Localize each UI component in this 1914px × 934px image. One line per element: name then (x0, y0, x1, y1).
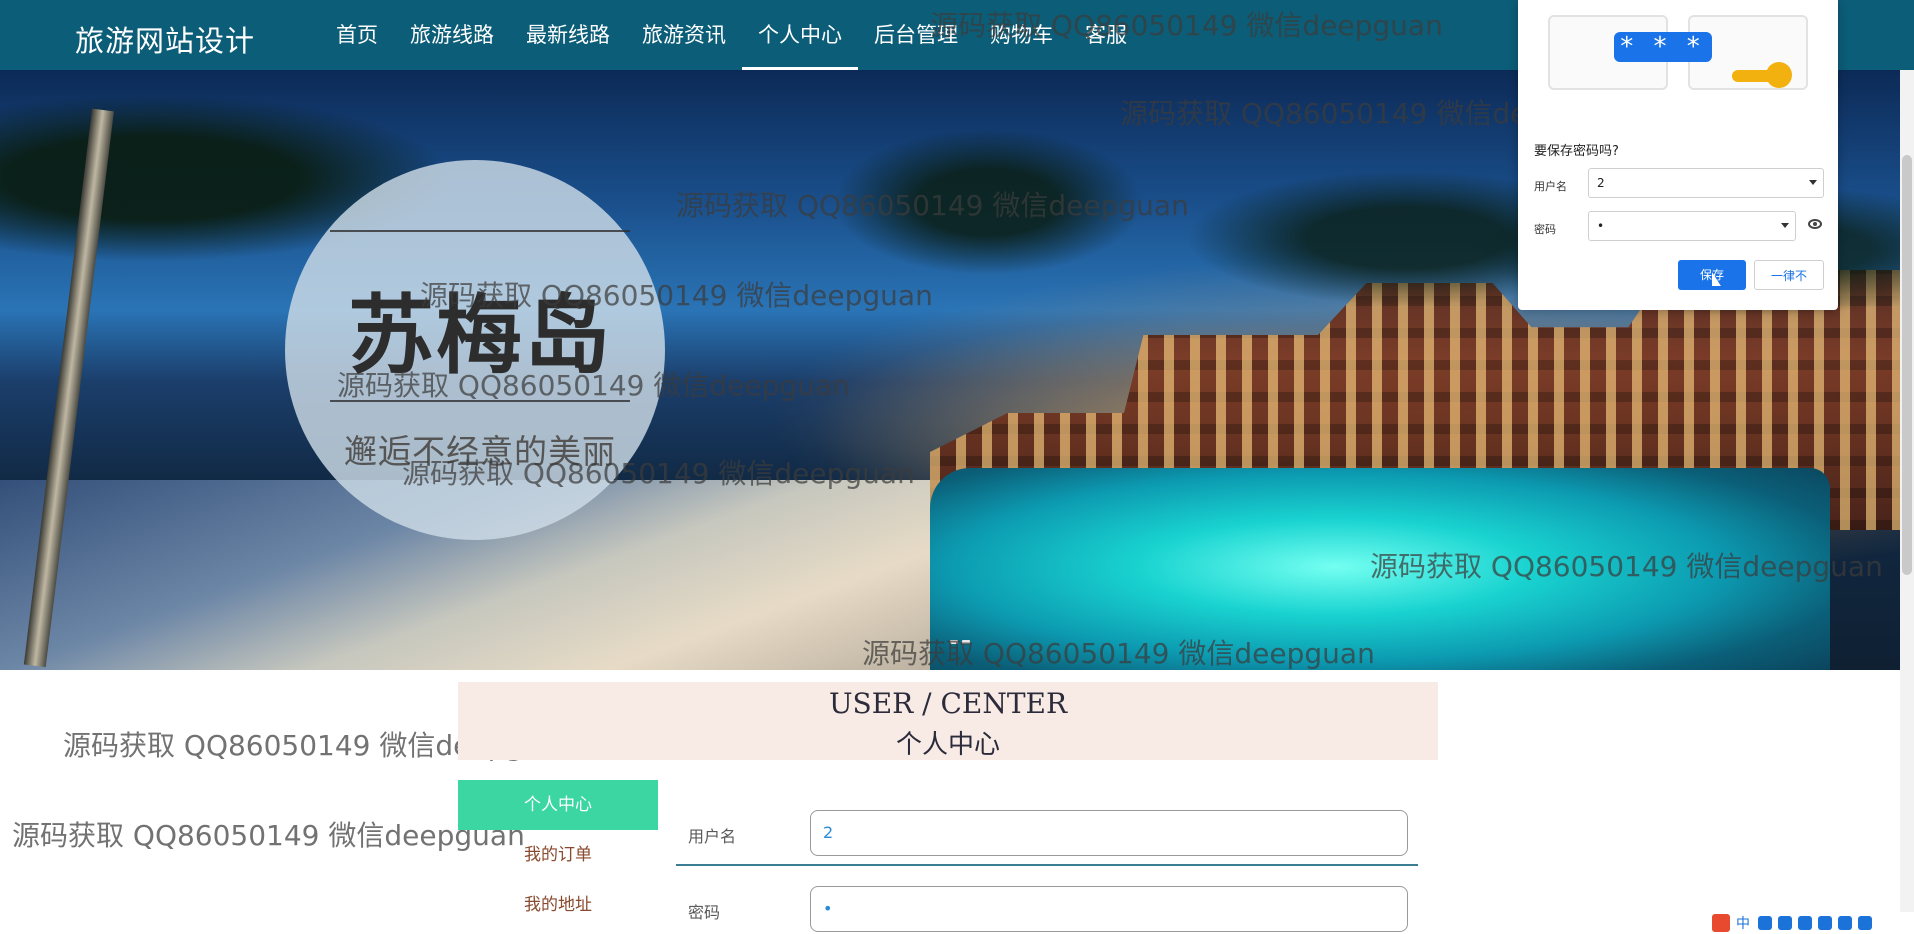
site-brand[interactable]: 旅游网站设计 (75, 18, 255, 60)
carousel-indicators[interactable] (950, 640, 978, 644)
chevron-down-icon[interactable] (1809, 180, 1817, 185)
save-password-question: 要保存密码吗? (1534, 144, 1619, 159)
emoji-icon[interactable] (1778, 916, 1792, 930)
ornament-line-top (330, 230, 630, 232)
popup-username-label: 用户名 (1534, 180, 1567, 193)
popup-username-select[interactable]: 2 (1588, 168, 1824, 198)
form-row-password: 密码 • (676, 886, 1418, 934)
page: 旅游网站设计 首页 旅游线路 最新线路 旅游资讯 个人中心 后台管理 购物车 客… (0, 0, 1914, 934)
ime-mode[interactable]: 中 (1736, 913, 1752, 933)
user-profile-form: 用户名 2 密码 • (676, 800, 1418, 934)
sidebar-item-my-address[interactable]: 我的地址 (458, 880, 658, 930)
hero-subtitle: 邂逅不经意的美丽 (344, 432, 616, 471)
carousel-dot[interactable] (962, 640, 970, 644)
nav-item-user-center[interactable]: 个人中心 (742, 0, 858, 70)
microphone-icon[interactable] (1798, 916, 1812, 930)
popup-username-value: 2 (1597, 176, 1605, 190)
nav-item-tour-routes[interactable]: 旅游线路 (394, 0, 510, 70)
mouse-cursor-icon (1712, 272, 1721, 286)
skin-icon[interactable] (1858, 916, 1872, 930)
key-head-icon (1766, 62, 1792, 88)
keyboard-icon[interactable] (1818, 916, 1832, 930)
chevron-down-icon[interactable] (1781, 223, 1789, 228)
password-label: 密码 (688, 903, 721, 922)
vertical-scrollbar[interactable] (1900, 70, 1914, 934)
password-stars-icon: * * * (1614, 32, 1712, 62)
never-save-button[interactable]: 一律不 (1754, 260, 1824, 290)
settings-icon[interactable] (1838, 916, 1852, 930)
carousel-dot[interactable] (950, 640, 958, 644)
system-tray: 中 (1708, 912, 1914, 934)
nav-item-cart[interactable]: 购物车 (974, 0, 1069, 70)
user-center-title-en: USER / CENTER (828, 687, 1068, 720)
watermark-text: 源码获取 QQ86050149 微信deepguan (12, 819, 525, 852)
punctuation-icon[interactable] (1758, 916, 1772, 930)
username-input[interactable]: 2 (810, 810, 1408, 856)
form-divider (676, 864, 1418, 866)
user-center-banner: USER / CENTER 个人中心 (458, 682, 1438, 760)
sidebar-item-my-orders[interactable]: 我的订单 (458, 830, 658, 880)
popup-password-select[interactable]: • (1588, 211, 1796, 241)
password-input[interactable]: • (810, 886, 1408, 932)
sidebar-item-user-center[interactable]: 个人中心 (458, 780, 658, 830)
hero-title: 苏梅岛 (348, 285, 612, 386)
sogou-ime-icon[interactable] (1712, 914, 1730, 932)
nav-item-support[interactable]: 客服 (1069, 0, 1143, 70)
scrollbar-thumb[interactable] (1902, 155, 1912, 575)
save-password-popup: * * * 要保存密码吗? 用户名 2 密码 • 保存 一律不 (1518, 0, 1838, 310)
password-illustration: * * * (1518, 0, 1838, 120)
form-row-username: 用户名 2 (676, 810, 1418, 860)
nav-item-admin[interactable]: 后台管理 (858, 0, 974, 70)
nav-item-travel-news[interactable]: 旅游资讯 (626, 0, 742, 70)
popup-password-label: 密码 (1534, 223, 1556, 236)
popup-password-value: • (1597, 219, 1605, 233)
user-center-sidebar: 个人中心 我的订单 我的地址 (458, 780, 658, 934)
ornament-line-bottom (330, 400, 630, 402)
show-password-eye-icon[interactable] (1808, 219, 1822, 229)
username-label: 用户名 (688, 827, 737, 846)
main-nav: 首页 旅游线路 最新线路 旅游资讯 个人中心 后台管理 购物车 客服 (320, 0, 1143, 70)
nav-item-latest-routes[interactable]: 最新线路 (510, 0, 626, 70)
nav-item-home[interactable]: 首页 (320, 0, 394, 70)
user-center-title-cn: 个人中心 (895, 730, 1000, 760)
